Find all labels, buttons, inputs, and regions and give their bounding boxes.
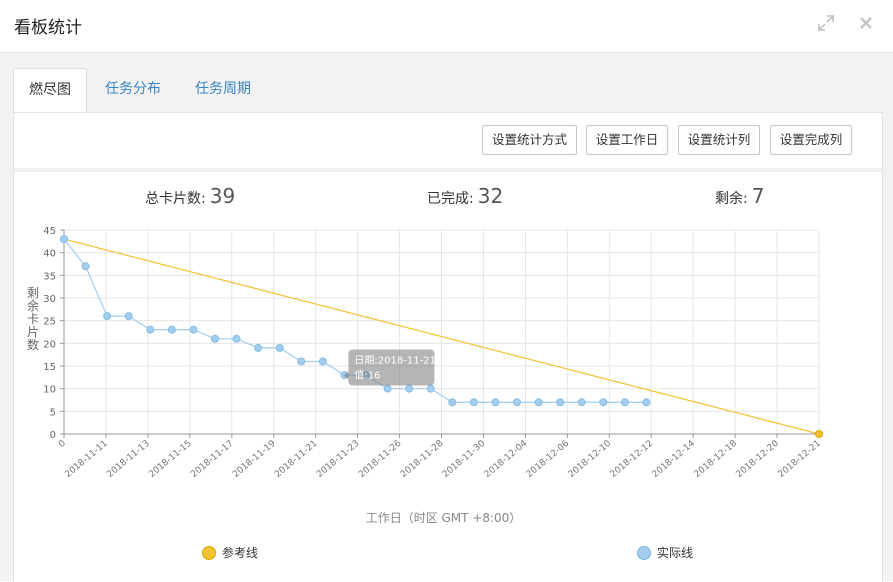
actual-point xyxy=(642,398,651,407)
actual-point xyxy=(534,398,543,407)
y-tick-label: 0 xyxy=(50,430,56,441)
burndown-chart: 05101520253035404502018-11-112018-11-132… xyxy=(27,226,823,525)
dialog-title: 看板统计 xyxy=(14,18,82,38)
reference-end-point xyxy=(815,430,823,438)
y-tick-label: 45 xyxy=(43,226,56,237)
x-tick-label: 2018-11-19 xyxy=(231,438,278,479)
actual-point xyxy=(189,325,198,334)
x-tick-label: 2018-11-13 xyxy=(105,439,152,480)
y-tick-label: 5 xyxy=(50,407,56,418)
chart-tooltip: 日期:2018-11-21 值:16 xyxy=(343,349,436,386)
done-cards-label: 已完成: xyxy=(427,191,474,207)
chart-grid xyxy=(63,229,820,435)
x-axis-title: 工作日（时区 GMT +8:00） xyxy=(366,511,522,525)
x-tick-label: 2018-11-17 xyxy=(189,439,236,480)
tooltip-value: 值:16 xyxy=(354,368,380,381)
actual-start-point xyxy=(60,235,68,244)
actual-point xyxy=(556,398,565,407)
set-stat-column-button[interactable]: 设置统计列 xyxy=(678,125,760,155)
maximize-icon[interactable] xyxy=(815,12,837,34)
actual-point xyxy=(469,398,478,407)
tab-bar: 燃尽图 任务分布 任务周期 xyxy=(13,68,881,113)
y-tick-label: 35 xyxy=(43,271,56,282)
actual-point xyxy=(167,325,176,334)
actual-point xyxy=(383,384,392,393)
dialog-header: 看板统计 xyxy=(0,0,893,53)
y-tick-label: 10 xyxy=(43,385,56,396)
actual-point xyxy=(81,262,90,271)
total-cards-value: 39 xyxy=(209,184,236,208)
tooltip-date: 日期:2018-11-21 xyxy=(354,354,435,366)
y-axis-title: 剩余卡片数 xyxy=(27,286,39,352)
actual-point xyxy=(577,398,586,407)
y-tick-label: 25 xyxy=(43,317,56,328)
total-cards-label: 总卡片数: xyxy=(145,191,206,207)
y-tick-label: 40 xyxy=(43,249,56,260)
actual-point xyxy=(232,334,241,343)
tab-task-distribution[interactable]: 任务分布 xyxy=(90,68,176,111)
legend-reference-marker xyxy=(202,545,216,560)
x-tick-label: 0 xyxy=(57,438,68,450)
x-tick-label: 2018-12-20 xyxy=(734,438,781,479)
x-tick-label: 2018-11-21 xyxy=(273,439,320,480)
y-tick-label: 15 xyxy=(43,362,56,373)
actual-point xyxy=(620,398,629,407)
actual-point xyxy=(599,398,608,407)
close-icon[interactable] xyxy=(855,12,877,34)
actual-point xyxy=(124,312,133,321)
x-tick-label: 2018-12-04 xyxy=(483,438,530,479)
x-tick-label: 2018-11-11 xyxy=(63,439,110,480)
actual-point xyxy=(426,384,435,393)
done-cards-stat: 已完成: 32 xyxy=(427,184,503,208)
x-tick-label: 2018-12-14 xyxy=(651,438,698,479)
total-cards-stat: 总卡片数: 39 xyxy=(145,184,235,208)
tab-task-cycle[interactable]: 任务周期 xyxy=(180,68,266,111)
actual-point xyxy=(297,357,306,366)
remaining-cards-value: 7 xyxy=(751,184,765,208)
actual-point xyxy=(491,398,500,407)
done-cards-value: 32 xyxy=(477,184,504,208)
actual-point xyxy=(513,398,521,407)
set-stat-mode-button[interactable]: 设置统计方式 xyxy=(482,125,577,155)
y-tick-label: 30 xyxy=(43,294,56,305)
x-tick-label: 2018-11-30 xyxy=(441,438,488,479)
actual-point xyxy=(146,325,155,334)
legend-actual-label: 实际线 xyxy=(657,546,694,560)
x-tick-label: 2018-12-06 xyxy=(525,438,572,479)
actual-point xyxy=(405,384,414,393)
legend-reference-label: 参考线 xyxy=(222,546,259,560)
set-workday-button[interactable]: 设置工作日 xyxy=(586,125,668,155)
actual-point xyxy=(254,343,263,352)
actual-point xyxy=(318,357,327,366)
set-done-column-button[interactable]: 设置完成列 xyxy=(770,125,852,155)
tab-burndown[interactable]: 燃尽图 xyxy=(13,68,87,113)
legend-reference[interactable]: 参考线 xyxy=(202,545,258,561)
remaining-cards-stat: 剩余: 7 xyxy=(715,184,764,208)
panel-divider xyxy=(14,168,882,172)
x-tick-label: 2018-12-18 xyxy=(693,438,740,479)
x-tick-label: 2018-12-10 xyxy=(567,438,614,479)
actual-point xyxy=(103,312,112,321)
actual-point xyxy=(211,334,219,343)
x-tick-label: 2018-11-15 xyxy=(147,439,194,480)
x-tick-label: 2018-12-12 xyxy=(609,439,656,480)
actual-point xyxy=(275,343,284,352)
legend-actual-marker xyxy=(637,545,651,560)
chart-axes xyxy=(60,229,820,438)
x-tick-label: 2018-11-23 xyxy=(315,439,362,480)
remaining-cards-label: 剩余: xyxy=(715,191,748,207)
x-tick-label: 2018-11-26 xyxy=(357,438,404,479)
x-tick-label: 2018-12-21 xyxy=(776,439,823,480)
legend-actual[interactable]: 实际线 xyxy=(637,545,693,561)
actual-point xyxy=(448,398,457,407)
y-tick-label: 20 xyxy=(43,339,56,350)
x-tick-label: 2018-11-28 xyxy=(399,438,446,479)
